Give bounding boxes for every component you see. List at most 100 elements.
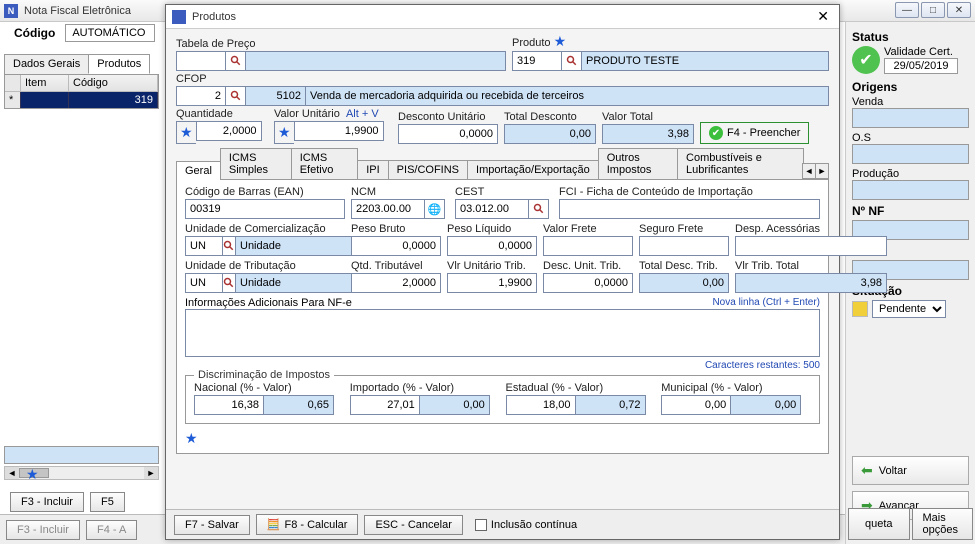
- validade-cert-date[interactable]: [884, 58, 958, 74]
- os-input[interactable]: [852, 144, 969, 164]
- codigo-value[interactable]: AUTOMÁTICO: [65, 24, 155, 42]
- tab-produtos[interactable]: Produtos: [88, 54, 150, 74]
- desc-unit-trib-input[interactable]: [543, 273, 633, 293]
- situacao-select[interactable]: Pendente: [872, 300, 946, 318]
- disc-legend: Discriminação de Impostos: [194, 369, 334, 381]
- check-icon: ✔: [709, 126, 723, 140]
- total-desc-trib-label: Total Desc. Trib.: [639, 260, 729, 272]
- produto-desc: [582, 51, 829, 71]
- tabela-preco-search-icon[interactable]: [226, 51, 246, 71]
- tab-outros-impostos[interactable]: Outros Impostos: [598, 148, 678, 179]
- grid-cell-codigo: 319: [69, 92, 158, 108]
- valor-total-value: [602, 124, 694, 144]
- total-desc-trib-value: [639, 273, 729, 293]
- cest-search-icon[interactable]: [529, 199, 549, 219]
- unid-comerc-search-icon[interactable]: [223, 236, 236, 256]
- tabela-preco-code[interactable]: [176, 51, 226, 71]
- grid-hscroll[interactable]: ◄ ★ ►: [4, 466, 159, 480]
- unid-trib-search-icon[interactable]: [223, 273, 236, 293]
- app-logo-icon: N: [4, 4, 18, 18]
- produtos-dialog: Produtos ✕ Tabela de Preço Produto ★: [165, 4, 840, 540]
- f4-a-button[interactable]: F4 - A: [86, 520, 137, 540]
- disc-estadual-val: [576, 395, 646, 415]
- f3-incluir-button[interactable]: F3 - Incluir: [6, 520, 80, 540]
- quantidade-input[interactable]: [196, 121, 262, 141]
- tab-icms-simples[interactable]: ICMS Simples: [220, 148, 292, 179]
- valor-unitario-input[interactable]: [294, 121, 384, 141]
- close-window-button[interactable]: ✕: [947, 2, 971, 18]
- produto-code[interactable]: [512, 51, 562, 71]
- f5-inner-button[interactable]: F5: [90, 492, 125, 512]
- desp-acess-input[interactable]: [735, 236, 887, 256]
- maximize-button[interactable]: □: [921, 2, 945, 18]
- tab-ipi[interactable]: IPI: [357, 160, 388, 179]
- esc-cancelar-button[interactable]: ESC - Cancelar: [364, 515, 462, 535]
- venda-input[interactable]: [852, 108, 969, 128]
- unid-comerc-code[interactable]: [185, 236, 223, 256]
- disc-nacional-pct[interactable]: [194, 395, 264, 415]
- grid-col-codigo[interactable]: Código: [69, 75, 158, 92]
- f7-salvar-button[interactable]: F7 - Salvar: [174, 515, 250, 535]
- f3-incluir-inner-button[interactable]: F3 - Incluir: [10, 492, 84, 512]
- peso-bruto-input[interactable]: [351, 236, 441, 256]
- qtd-trib-input[interactable]: [351, 273, 441, 293]
- ean-input[interactable]: [185, 199, 345, 219]
- tabela-preco-label: Tabela de Preço: [176, 38, 506, 50]
- disc-estadual-pct[interactable]: [506, 395, 576, 415]
- status-heading: Status: [852, 30, 969, 44]
- peso-liquido-input[interactable]: [447, 236, 537, 256]
- tab-importacao-exportacao[interactable]: Importação/Exportação: [467, 160, 599, 179]
- nova-linha-hint: Nova linha (Ctrl + Enter): [712, 297, 820, 309]
- produto-search-icon[interactable]: [562, 51, 582, 71]
- dialog-footer: F7 - Salvar 🧮F8 - Calcular ESC - Cancela…: [166, 509, 839, 539]
- validade-cert-label: Validade Cert.: [884, 46, 958, 58]
- tab-scroll-right[interactable]: ►: [815, 163, 829, 179]
- f8-calcular-button[interactable]: 🧮F8 - Calcular: [256, 514, 359, 535]
- tabela-preco-desc: [246, 51, 506, 71]
- grid-row[interactable]: * 319: [5, 92, 158, 108]
- vlr-unit-trib-input[interactable]: [447, 273, 537, 293]
- cfop-search-icon[interactable]: [226, 86, 246, 106]
- valor-frete-input[interactable]: [543, 236, 633, 256]
- etiqueta-button[interactable]: queta: [848, 508, 910, 540]
- f4-preencher-button[interactable]: ✔ F4 - Preencher: [700, 122, 809, 144]
- fci-label: FCI - Ficha de Conteúdo de Importação: [559, 186, 820, 198]
- tab-scroll-left[interactable]: ◄: [802, 163, 816, 179]
- inclusao-continua-check[interactable]: Inclusão contínua: [475, 519, 577, 531]
- tab-dados-gerais[interactable]: Dados Gerais: [4, 54, 89, 74]
- ncm-input[interactable]: [351, 199, 425, 219]
- grid-col-item[interactable]: Item: [21, 75, 69, 92]
- voltar-button[interactable]: ⬅Voltar: [852, 456, 969, 485]
- qtd-trib-label: Qtd. Tributável: [351, 260, 441, 272]
- unid-trib-code[interactable]: [185, 273, 223, 293]
- tab-pis-cofins[interactable]: PIS/COFINS: [388, 160, 468, 179]
- disc-importado-pct[interactable]: [350, 395, 420, 415]
- desconto-unitario-input[interactable]: [398, 124, 498, 144]
- scroll-thumb[interactable]: ★: [19, 468, 49, 478]
- info-adic-textarea[interactable]: [185, 309, 820, 357]
- desp-acess-label: Desp. Acessórias: [735, 223, 887, 235]
- disc-estadual-label: Estadual (% - Valor): [506, 382, 656, 394]
- scroll-right-button[interactable]: ►: [144, 467, 158, 479]
- seguro-frete-input[interactable]: [639, 236, 729, 256]
- tab-content-geral: Código de Barras (EAN) NCM 🌐 CEST FCI - …: [176, 180, 829, 454]
- ncm-browser-icon[interactable]: 🌐: [425, 199, 445, 219]
- tab-icms-efetivo[interactable]: ICMS Efetivo: [291, 148, 359, 179]
- fci-input[interactable]: [559, 199, 820, 219]
- cest-label: CEST: [455, 186, 553, 198]
- producao-input[interactable]: [852, 180, 969, 200]
- mais-opcoes-button[interactable]: Mais opções: [912, 508, 974, 540]
- tab-geral[interactable]: Geral: [176, 161, 221, 180]
- disc-municipal-pct[interactable]: [661, 395, 731, 415]
- grid-row-marker: *: [5, 92, 21, 108]
- cest-input[interactable]: [455, 199, 529, 219]
- vlr-unit-trib-label: Vlr Unitário Trib.: [447, 260, 537, 272]
- minimize-button[interactable]: —: [895, 2, 919, 18]
- producao-label: Produção: [852, 168, 969, 180]
- scroll-left-button[interactable]: ◄: [5, 467, 19, 479]
- dialog-titlebar: Produtos ✕: [166, 5, 839, 29]
- window-buttons: — □ ✕: [895, 2, 971, 18]
- tab-combustiveis[interactable]: Combustíveis e Lubrificantes: [677, 148, 804, 179]
- dialog-close-button[interactable]: ✕: [813, 8, 833, 25]
- cfop-a[interactable]: [176, 86, 226, 106]
